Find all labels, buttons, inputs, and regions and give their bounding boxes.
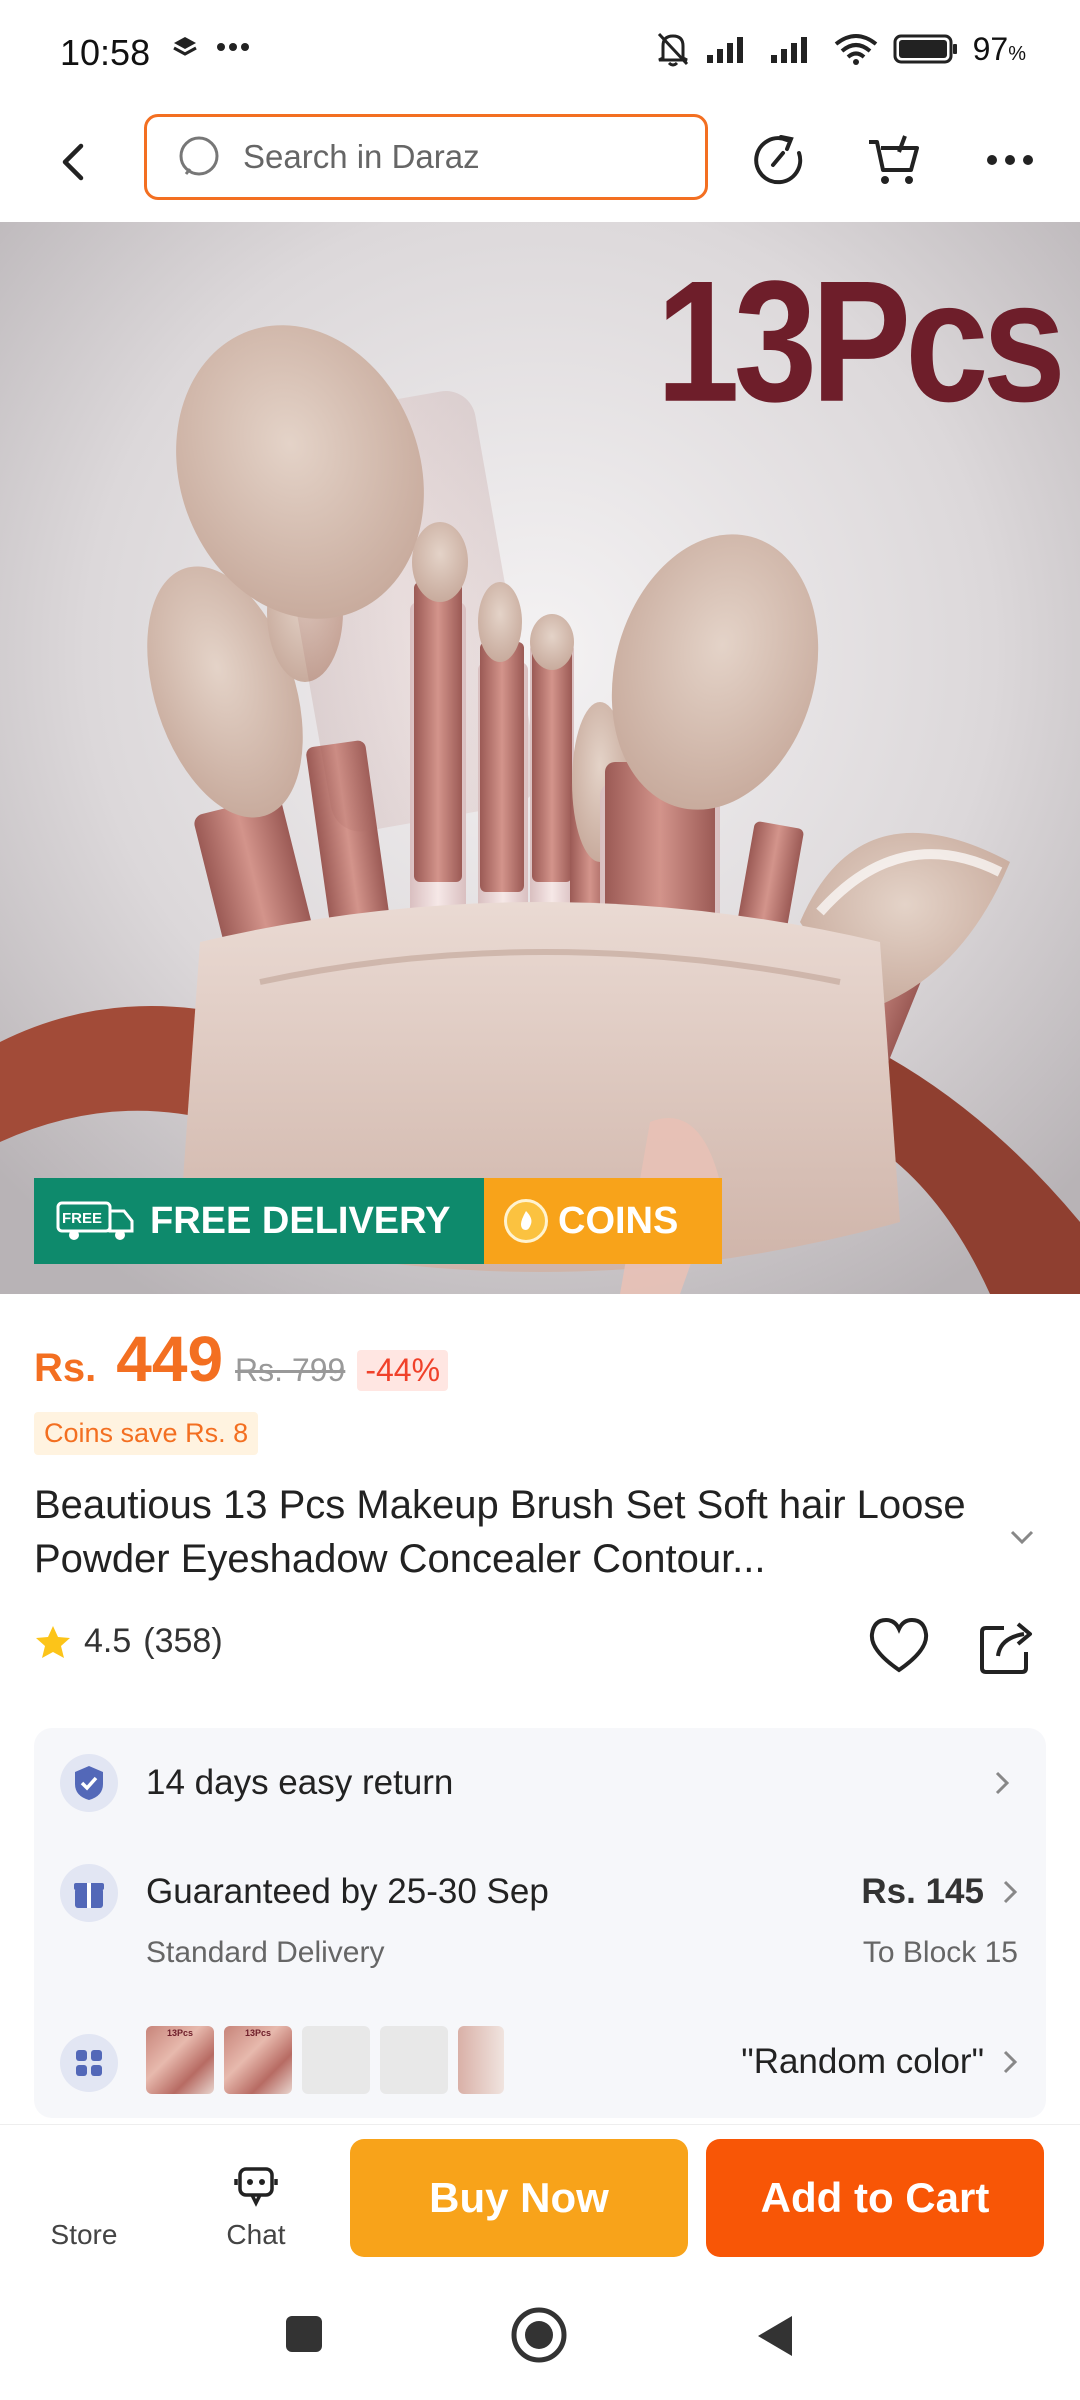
- search-input[interactable]: Search in Daraz: [144, 114, 708, 200]
- variant-thumbnail[interactable]: 13Pcs: [146, 2026, 214, 2094]
- back-nav-icon[interactable]: [752, 2312, 796, 2360]
- variant-thumbnail[interactable]: 13Pcs: [224, 2026, 292, 2094]
- refresh-button[interactable]: [748, 128, 812, 192]
- recent-apps-icon[interactable]: [282, 2312, 326, 2356]
- variant-thumbnail-placeholder[interactable]: [302, 2026, 370, 2094]
- add-to-cart-button[interactable]: Add to Cart: [706, 2139, 1044, 2257]
- price-row: Rs. 449 Rs. 799 -44%: [34, 1322, 1046, 1396]
- chevron-right-icon: [995, 1771, 1010, 1795]
- promo-badges: FREE FREE DELIVERY COINS: [34, 1178, 722, 1264]
- delivery-info-card: 14 days easy return Guaranteed by 25-30 …: [34, 1728, 1046, 2118]
- free-delivery-text: FREE DELIVERY: [150, 1199, 451, 1242]
- variant-thumbnail[interactable]: [458, 2026, 504, 2094]
- chevron-down-icon[interactable]: [1004, 1518, 1040, 1554]
- share-icon: [980, 1622, 1032, 1674]
- buy-now-button[interactable]: Buy Now: [350, 2139, 688, 2257]
- review-count: (358): [143, 1622, 223, 1660]
- variant-text: "Random color": [741, 2042, 984, 2081]
- rating-value: 4.5: [84, 1622, 132, 1660]
- thumbnail-label: 13Pcs: [166, 2028, 194, 2038]
- home-icon[interactable]: [510, 2306, 568, 2364]
- status-left-icons: [172, 34, 250, 60]
- chat-icon: [234, 2167, 278, 2207]
- delivery-price: Rs. 145: [861, 1872, 984, 1911]
- discount-badge: -44%: [357, 1350, 449, 1391]
- back-button[interactable]: [50, 132, 94, 192]
- gift-box-icon: [60, 1864, 118, 1922]
- status-right: 97%: [655, 30, 1026, 68]
- variant-selection: "Random color": [741, 2042, 1018, 2082]
- coins-save-badge: Coins save Rs. 8: [34, 1412, 259, 1455]
- layers-icon: [173, 37, 197, 56]
- delivery-truck-icon: FREE: [56, 1201, 134, 1240]
- wishlist-button[interactable]: [866, 1616, 932, 1676]
- status-bar: 10:58 97%: [0, 0, 1080, 100]
- refresh-icon: [754, 135, 803, 185]
- current-price: 449: [116, 1323, 224, 1395]
- signal-icon-2: [770, 37, 807, 63]
- grid-icon: [60, 2034, 118, 2092]
- store-label: Store: [50, 2219, 118, 2250]
- star-icon: [36, 1625, 70, 1658]
- more-options-button[interactable]: [978, 128, 1042, 192]
- delivery-row[interactable]: Guaranteed by 25-30 Sep Standard Deliver…: [34, 1838, 1046, 2008]
- coins-text: COINS: [558, 1199, 679, 1242]
- battery-icon: [893, 34, 957, 64]
- cart-icon: [869, 135, 919, 184]
- pieces-overlay-text: 13Pcs: [656, 244, 1066, 438]
- delivery-title: Guaranteed by 25-30 Sep: [146, 1872, 549, 1911]
- free-delivery-badge: FREE FREE DELIVERY: [34, 1178, 484, 1264]
- price-section: Rs. 449 Rs. 799 -44% Coins save Rs. 8: [34, 1322, 1046, 1455]
- return-policy-text: 14 days easy return: [146, 1763, 454, 1802]
- signal-icon: [706, 37, 743, 63]
- mute-bell-icon: [657, 32, 688, 67]
- product-image[interactable]: 13Pcs FREE FREE DELIVERY COINS: [0, 222, 1080, 1294]
- chat-button[interactable]: Chat: [196, 2161, 316, 2251]
- chevron-right-icon: [1003, 1880, 1018, 1904]
- price-currency: Rs.: [34, 1346, 97, 1390]
- search-icon: [179, 136, 219, 176]
- store-button[interactable]: Store: [24, 2161, 144, 2251]
- variant-thumbnails: 13Pcs 13Pcs: [146, 2026, 504, 2094]
- shield-check-icon: [60, 1754, 118, 1812]
- chevron-right-icon: [1003, 2050, 1018, 2074]
- status-time: 10:58: [60, 32, 151, 73]
- more-dots-icon: [217, 43, 249, 51]
- more-options-icon: [987, 155, 1033, 165]
- return-policy-row[interactable]: 14 days easy return: [34, 1728, 1046, 1838]
- heart-icon: [869, 1617, 929, 1673]
- delivery-location: To Block 15: [862, 1936, 1018, 1969]
- share-button[interactable]: [976, 1616, 1038, 1676]
- rating-row[interactable]: 4.5 (358): [34, 1622, 223, 1661]
- battery-percent: 97%: [972, 30, 1026, 67]
- android-navigation-bar: [0, 2274, 1080, 2400]
- coins-badge: COINS: [484, 1178, 722, 1264]
- cart-button[interactable]: [862, 128, 926, 192]
- free-tag-text: FREE: [62, 1210, 102, 1227]
- top-nav: Search in Daraz: [0, 100, 1080, 222]
- thumbnail-label: 13Pcs: [244, 2028, 272, 2038]
- coin-icon: [504, 1199, 548, 1243]
- store-icon: [24, 2161, 144, 2209]
- delivery-type: Standard Delivery: [146, 1936, 385, 1969]
- original-price: Rs. 799: [235, 1352, 346, 1388]
- wifi-icon: [834, 34, 877, 65]
- bottom-action-bar: Store Chat Buy Now Add to Cart: [0, 2124, 1080, 2274]
- product-title[interactable]: Beautious 13 Pcs Makeup Brush Set Soft h…: [34, 1478, 1004, 1586]
- delivery-price-group: Rs. 145: [861, 1872, 1018, 1912]
- back-arrow-icon: [62, 143, 84, 181]
- variant-thumbnail-placeholder[interactable]: [380, 2026, 448, 2094]
- chat-label: Chat: [226, 2219, 286, 2250]
- search-placeholder: Search in Daraz: [243, 138, 480, 175]
